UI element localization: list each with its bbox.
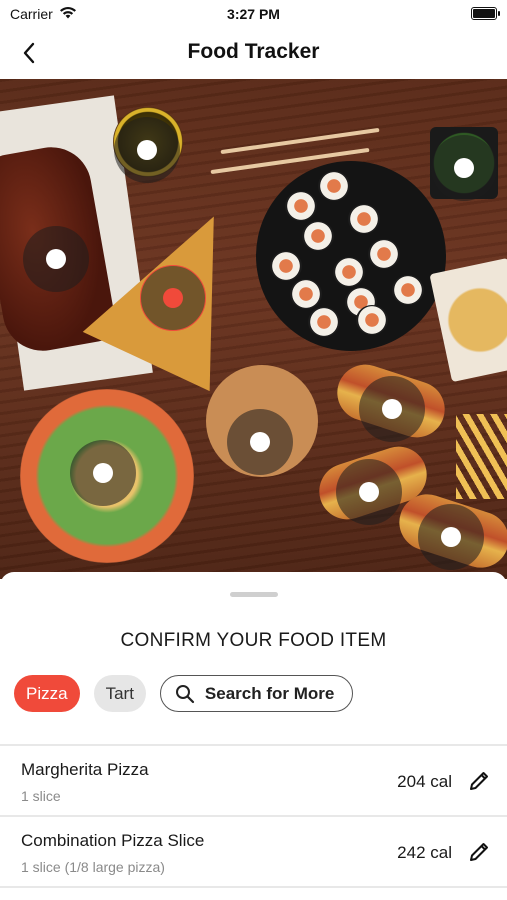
pasta-tray (429, 257, 507, 383)
marker-board[interactable] (227, 409, 293, 475)
sheet-grabber[interactable] (229, 592, 278, 597)
marker-hotdog-middle[interactable] (336, 459, 402, 525)
battery-icon (471, 7, 500, 20)
search-more-label: Search for More (204, 683, 335, 703)
chip-tart[interactable]: Tart (93, 675, 146, 712)
food-photo[interactable] (0, 79, 507, 579)
status-bar: Carrier 3:27 PM (0, 0, 507, 28)
chip-pizza[interactable]: Pizza (14, 675, 80, 712)
list-item[interactable]: Margherita Pizza 1 slice 204 cal (0, 746, 507, 814)
item-serving: 1 slice (1/8 large pizza) (21, 859, 165, 875)
item-calories: 242 cal (397, 843, 452, 862)
suggestion-chips: Pizza Tart Search for More (14, 675, 354, 712)
marker-hotdog-bottom[interactable] (418, 504, 484, 570)
page-title: Food Tracker (187, 40, 320, 63)
confirm-sheet: CONFIRM YOUR FOOD ITEM Pizza Tart Search… (0, 572, 507, 900)
search-more-button[interactable]: Search for More (159, 675, 354, 712)
search-icon (175, 684, 195, 703)
item-name: Margherita Pizza (21, 760, 149, 779)
fries-food (456, 414, 507, 499)
item-calories: 204 cal (397, 772, 452, 791)
pencil-icon (470, 843, 488, 861)
list-item[interactable]: Combination Pizza Slice 1 slice (1/8 lar… (0, 817, 507, 885)
nav-bar: Food Tracker (0, 28, 507, 78)
pencil-icon (470, 772, 488, 790)
item-name: Combination Pizza Slice (21, 831, 205, 850)
sheet-title: CONFIRM YOUR FOOD ITEM (120, 630, 387, 651)
edit-button[interactable] (465, 767, 493, 795)
marker-pizza[interactable] (140, 265, 206, 331)
divider (0, 886, 507, 888)
marker-bowl-top[interactable] (114, 117, 180, 183)
marker-hotdog-top[interactable] (359, 376, 425, 442)
marker-ribs[interactable] (23, 226, 89, 292)
marker-salad-bowl[interactable] (70, 440, 136, 506)
marker-greens[interactable] (431, 135, 497, 201)
status-time: 3:27 PM (227, 6, 280, 22)
item-serving: 1 slice (21, 788, 61, 804)
edit-button[interactable] (465, 838, 493, 866)
